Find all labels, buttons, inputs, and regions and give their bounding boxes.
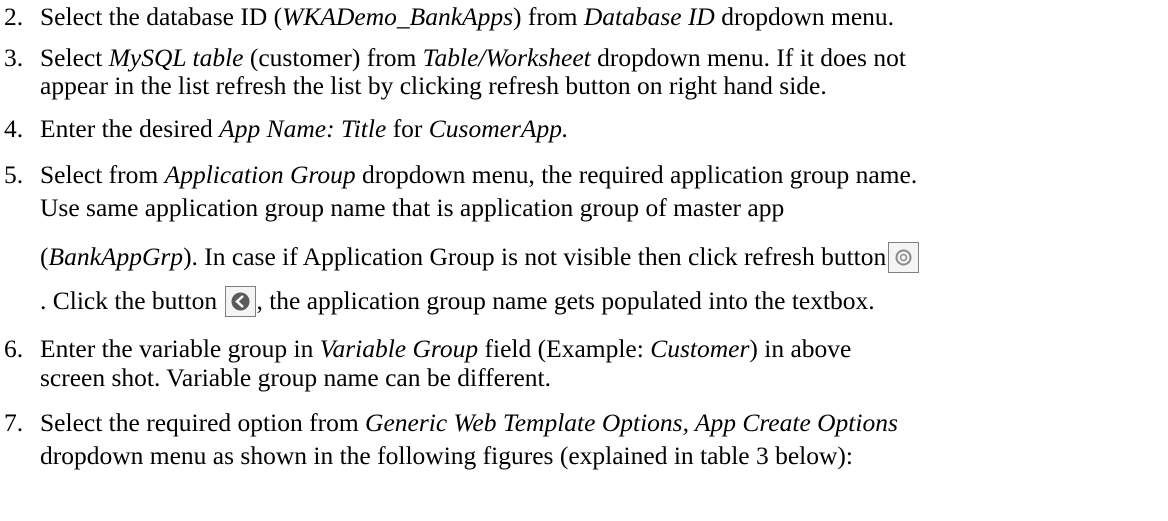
list-item-text: Enter the variable group in Variable Gro…	[40, 334, 851, 364]
list-item-number: 6.	[4, 334, 24, 363]
emphasized-term: Customer	[650, 334, 750, 363]
text-run: (	[40, 242, 49, 271]
list-item-number: 3.	[4, 43, 24, 72]
emphasized-term: Application Group	[164, 160, 356, 189]
text-run: ) in above	[749, 334, 852, 363]
text-run: Select	[40, 43, 109, 72]
emphasized-term: Database ID	[583, 2, 715, 31]
text-run: Enter the variable group in	[40, 334, 320, 363]
text-run: dropdown menu as shown in the following …	[40, 441, 853, 470]
text-run: Select from	[40, 160, 165, 189]
list-item-text: (BankAppGrp). In case if Application Gro…	[40, 242, 920, 273]
list-item-number: 2.	[4, 2, 24, 31]
list-item-text: Select MySQL table (customer) from Table…	[40, 43, 906, 73]
list-item-text: . Click the button , the application gro…	[40, 286, 875, 317]
emphasized-term: Generic Web Template Options, App Create…	[365, 408, 898, 437]
text-run: dropdown menu.	[714, 2, 895, 31]
emphasized-term: Variable Group	[319, 334, 479, 363]
emphasized-term: App Name: Title	[219, 114, 387, 143]
list-item-number: 5.	[4, 160, 24, 189]
text-run: appear in the list refresh the list by c…	[40, 71, 827, 100]
text-run: Select the database ID (	[40, 2, 283, 31]
emphasized-term: BankAppGrp	[48, 242, 184, 271]
text-run: dropdown menu. If it does not	[590, 43, 906, 72]
list-item-number: 7.	[4, 408, 24, 437]
list-item-text: appear in the list refresh the list by c…	[40, 71, 827, 101]
text-run: dropdown menu, the required application …	[355, 160, 918, 189]
text-run: (customer) from	[243, 43, 423, 72]
text-run: . Click the button	[40, 286, 224, 315]
text-run: Select the required option from	[40, 408, 366, 437]
text-run: , the application group name gets popula…	[256, 286, 875, 315]
list-item-number: 4.	[4, 114, 24, 143]
select-arrow-icon	[225, 286, 257, 317]
emphasized-term: CusomerApp.	[428, 114, 569, 143]
list-item-text: Use same application group name that is …	[40, 193, 784, 223]
emphasized-term: WKADemo_BankApps	[282, 2, 514, 31]
refresh-icon	[888, 242, 920, 273]
list-item-text: screen shot. Variable group name can be …	[40, 363, 551, 393]
list-item-text: Select the required option from Generic …	[40, 408, 898, 438]
text-run: for	[386, 114, 429, 143]
text-run: ). In case if Application Group is not v…	[183, 242, 887, 271]
text-run: Enter the desired	[40, 114, 220, 143]
list-item-text: dropdown menu as shown in the following …	[40, 441, 853, 471]
list-item-text: Enter the desired App Name: Title for Cu…	[40, 114, 568, 144]
text-run: ) from	[513, 2, 584, 31]
emphasized-term: MySQL table	[108, 43, 244, 72]
text-run: field (Example:	[478, 334, 651, 363]
list-item-text: Select from Application Group dropdown m…	[40, 160, 917, 190]
text-run: screen shot. Variable group name can be …	[40, 363, 551, 392]
text-run: Use same application group name that is …	[40, 193, 785, 222]
list-item-text: Select the database ID (WKADemo_BankApps…	[40, 2, 894, 32]
emphasized-term: Table/Worksheet	[422, 43, 591, 72]
